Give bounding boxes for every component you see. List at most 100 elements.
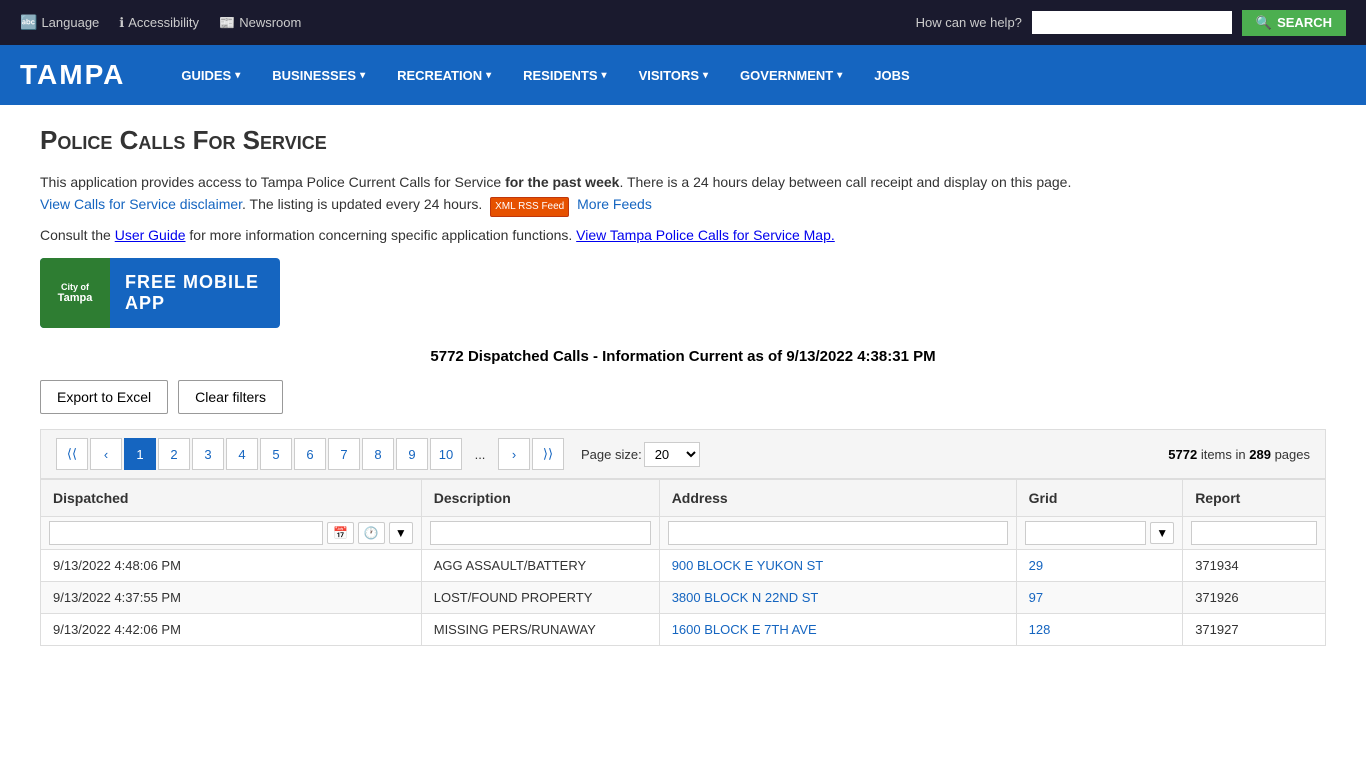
data-table: Dispatched Description Address Grid Repo… — [40, 479, 1326, 646]
export-excel-button[interactable]: Export to Excel — [40, 380, 168, 414]
nav-items: GUIDES ▾ BUSINESSES ▾ RECREATION ▾ RESID… — [165, 45, 925, 105]
pages-text: pages — [1275, 447, 1310, 462]
page-6-button[interactable]: 6 — [294, 438, 326, 470]
language-link[interactable]: 🔤 Language — [20, 14, 99, 31]
site-logo[interactable]: TAMPA — [20, 59, 125, 91]
cell-report: 371927 — [1183, 614, 1326, 646]
filter-dispatched-cell: 📅 🕐 ▼ — [41, 517, 422, 550]
col-header-address: Address — [659, 480, 1016, 517]
description-paragraph: This application provides access to Tamp… — [40, 171, 1326, 217]
search-input[interactable] — [1032, 11, 1232, 34]
action-buttons: Export to Excel Clear filters — [40, 380, 1326, 414]
grid-filter-icon-button[interactable]: ▼ — [1150, 522, 1174, 544]
mobile-logo-city: City of — [58, 282, 93, 292]
newsroom-link[interactable]: 📰 Newsroom — [219, 15, 301, 31]
cell-description: AGG ASSAULT/BATTERY — [421, 550, 659, 582]
info-icon: ℹ — [119, 15, 124, 31]
description-bold: for the past week — [505, 174, 619, 190]
chevron-down-icon: ▾ — [602, 70, 607, 81]
mobile-logo-name: Tampa — [58, 292, 93, 304]
col-header-grid: Grid — [1016, 480, 1183, 517]
pagination-right: 5772 items in 289 pages — [1168, 447, 1310, 462]
table-row: 9/13/2022 4:42:06 PM MISSING PERS/RUNAWA… — [41, 614, 1326, 646]
table-row: 9/13/2022 4:37:55 PM LOST/FOUND PROPERTY… — [41, 582, 1326, 614]
guide-text: Consult the — [40, 227, 115, 243]
rss-badge[interactable]: XML RSS Feed — [490, 197, 569, 217]
map-link[interactable]: View Tampa Police Calls for Service Map. — [576, 227, 835, 243]
page-2-button[interactable]: 2 — [158, 438, 190, 470]
col-header-dispatched: Dispatched — [41, 480, 422, 517]
nav-jobs[interactable]: JOBS — [858, 45, 925, 105]
language-icon: 🔤 — [20, 14, 37, 31]
pagination-bar: ⟨⟨ ‹ 1 2 3 4 5 6 7 8 9 10 ... › ⟩⟩ Page … — [40, 429, 1326, 479]
page-7-button[interactable]: 7 — [328, 438, 360, 470]
page-3-button[interactable]: 3 — [192, 438, 224, 470]
more-feeds-link[interactable]: More Feeds — [577, 196, 652, 212]
guide-cont: for more information concerning specific… — [186, 227, 573, 243]
pages-count: 289 — [1249, 447, 1271, 462]
ellipsis: ... — [464, 438, 496, 470]
prev-page-button[interactable]: ‹ — [90, 438, 122, 470]
table-row: 9/13/2022 4:48:06 PM AGG ASSAULT/BATTERY… — [41, 550, 1326, 582]
search-label: How can we help? — [916, 15, 1022, 30]
filter-report-cell — [1183, 517, 1326, 550]
first-page-button[interactable]: ⟨⟨ — [56, 438, 88, 470]
last-page-button[interactable]: ⟩⟩ — [532, 438, 564, 470]
address-link[interactable]: 900 BLOCK E YUKON ST — [672, 558, 824, 573]
cell-description: MISSING PERS/RUNAWAY — [421, 614, 659, 646]
nav-recreation[interactable]: RECREATION ▾ — [381, 45, 507, 105]
filter-row: 📅 🕐 ▼ ▼ — [41, 517, 1326, 550]
nav-government[interactable]: GOVERNMENT ▾ — [724, 45, 858, 105]
grid-link[interactable]: 29 — [1029, 558, 1043, 573]
cell-grid: 128 — [1016, 614, 1183, 646]
table-body: 9/13/2022 4:48:06 PM AGG ASSAULT/BATTERY… — [41, 550, 1326, 646]
nav-residents[interactable]: RESIDENTS ▾ — [507, 45, 622, 105]
accessibility-link[interactable]: ℹ Accessibility — [119, 15, 199, 31]
cell-address: 3800 BLOCK N 22ND ST — [659, 582, 1016, 614]
filter-report-input[interactable] — [1191, 521, 1317, 545]
cell-description: LOST/FOUND PROPERTY — [421, 582, 659, 614]
filter-description-input[interactable] — [430, 521, 651, 545]
language-label: Language — [41, 15, 99, 30]
page-9-button[interactable]: 9 — [396, 438, 428, 470]
search-btn-label: SEARCH — [1277, 15, 1332, 30]
grid-link[interactable]: 128 — [1029, 622, 1051, 637]
filter-address-input[interactable] — [668, 521, 1008, 545]
user-guide-link[interactable]: User Guide — [115, 227, 186, 243]
cell-report: 371926 — [1183, 582, 1326, 614]
page-size-select[interactable]: 20 50 100 — [644, 442, 700, 467]
grid-link[interactable]: 97 — [1029, 590, 1043, 605]
search-button[interactable]: 🔍 SEARCH — [1242, 10, 1346, 36]
page-1-button[interactable]: 1 — [124, 438, 156, 470]
address-link[interactable]: 1600 BLOCK E 7TH AVE — [672, 622, 817, 637]
disclaimer-link[interactable]: View Calls for Service disclaimer — [40, 196, 242, 212]
page-8-button[interactable]: 8 — [362, 438, 394, 470]
nav-bar: TAMPA GUIDES ▾ BUSINESSES ▾ RECREATION ▾… — [0, 45, 1366, 105]
calendar-icon-button[interactable]: 📅 — [327, 522, 354, 544]
filter-grid-input[interactable] — [1025, 521, 1147, 545]
page-size-label: Page size: — [581, 447, 642, 462]
mobile-app-banner[interactable]: City of Tampa FREE MOBILE APP — [40, 258, 280, 328]
page-10-button[interactable]: 10 — [430, 438, 462, 470]
main-content: Police Calls For Service This applicatio… — [0, 105, 1366, 666]
dispatch-info: 5772 Dispatched Calls - Information Curr… — [40, 348, 1326, 365]
filter-icon-button[interactable]: ▼ — [389, 522, 413, 544]
clock-icon-button[interactable]: 🕐 — [358, 522, 385, 544]
nav-guides[interactable]: GUIDES ▾ — [165, 45, 256, 105]
description-intro: This application provides access to Tamp… — [40, 174, 505, 190]
nav-businesses[interactable]: BUSINESSES ▾ — [256, 45, 381, 105]
page-4-button[interactable]: 4 — [226, 438, 258, 470]
clear-filters-button[interactable]: Clear filters — [178, 380, 283, 414]
address-link[interactable]: 3800 BLOCK N 22ND ST — [672, 590, 819, 605]
mobile-app-text: FREE MOBILE APP — [110, 272, 280, 314]
chevron-down-icon: ▾ — [703, 70, 708, 81]
filter-dispatched-input[interactable] — [49, 521, 323, 545]
chevron-down-icon: ▾ — [360, 70, 365, 81]
next-page-button[interactable]: › — [498, 438, 530, 470]
cell-address: 1600 BLOCK E 7TH AVE — [659, 614, 1016, 646]
nav-visitors[interactable]: VISITORS ▾ — [623, 45, 724, 105]
guide-line: Consult the User Guide for more informat… — [40, 227, 1326, 243]
page-5-button[interactable]: 5 — [260, 438, 292, 470]
newsroom-label: Newsroom — [239, 15, 301, 30]
items-text: items in — [1201, 447, 1246, 462]
